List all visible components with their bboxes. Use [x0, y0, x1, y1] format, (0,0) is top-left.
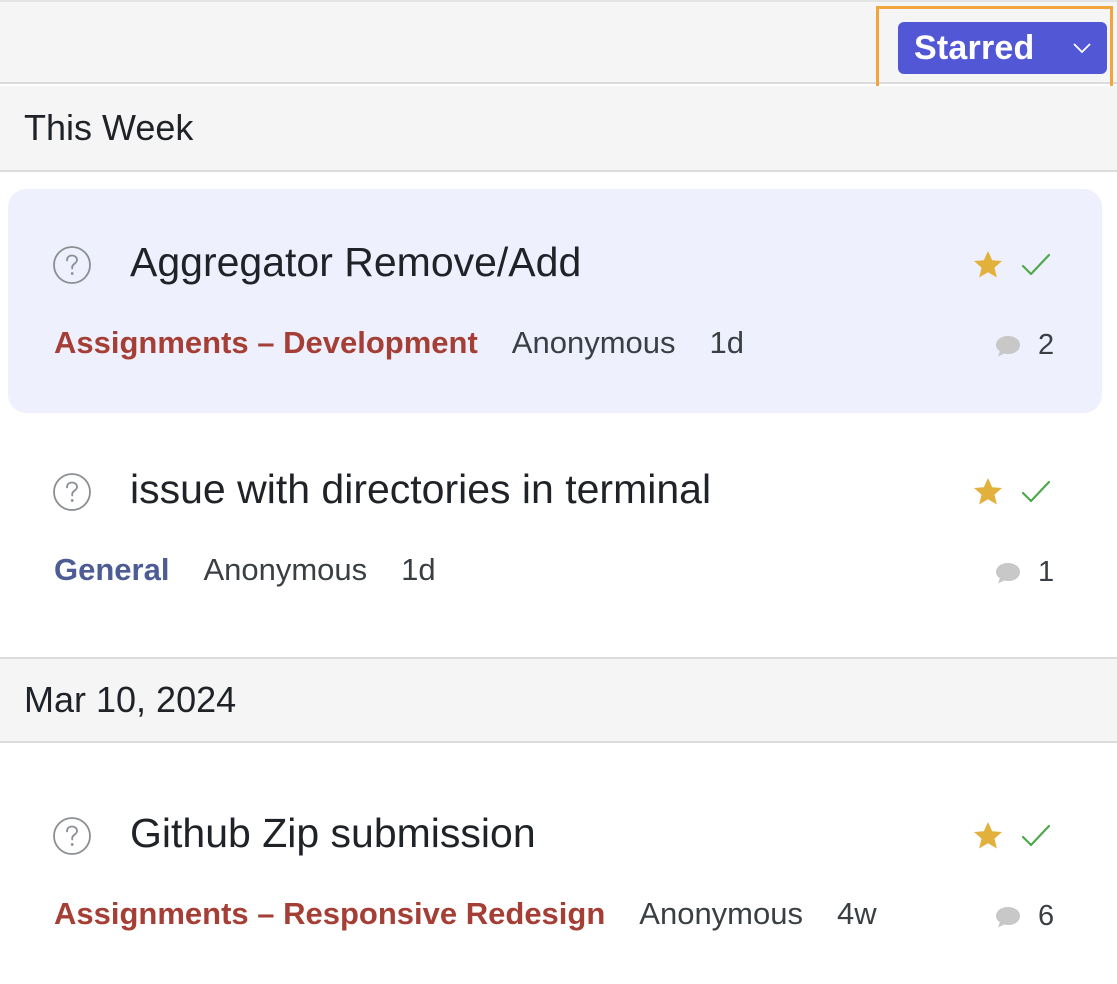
comment-icon	[996, 335, 1020, 356]
comment-count: 2	[994, 329, 1054, 362]
chevron-down-icon	[1071, 37, 1093, 59]
post-category[interactable]: Assignments – Development	[54, 325, 478, 361]
post-title[interactable]: Github Zip submission	[130, 810, 536, 857]
section-header-date: Mar 10, 2024	[0, 657, 1117, 743]
post-meta: Assignments – Development Anonymous 1d	[54, 325, 744, 361]
comment-count: 6	[994, 900, 1054, 933]
question-circle-icon	[53, 473, 91, 511]
question-circle-icon	[53, 817, 91, 855]
star-icon[interactable]	[972, 820, 1004, 852]
post-age: 4w	[837, 896, 877, 931]
post-meta: Assignments – Responsive Redesign Anonym…	[54, 896, 877, 932]
discussion-post[interactable]: issue with directories in terminal Gener…	[8, 416, 1102, 640]
section-header-this-week: This Week	[0, 86, 1117, 172]
comment-count: 1	[994, 556, 1054, 589]
post-category[interactable]: General	[54, 552, 169, 588]
comment-icon	[996, 562, 1020, 583]
section-header-label: Mar 10, 2024	[24, 679, 237, 720]
filter-dropdown-button[interactable]: Starred	[898, 22, 1107, 74]
star-icon[interactable]	[972, 249, 1004, 281]
comment-count-value: 1	[1038, 556, 1055, 588]
post-author: Anonymous	[511, 325, 676, 360]
filter-dropdown-label: Starred	[914, 28, 1035, 67]
post-meta: General Anonymous 1d	[54, 552, 436, 588]
comment-count-value: 6	[1038, 900, 1055, 932]
post-author: Anonymous	[639, 896, 803, 931]
post-age: 1d	[709, 325, 744, 360]
comment-icon	[996, 906, 1020, 927]
section-header-label: This Week	[24, 107, 194, 148]
post-category[interactable]: Assignments – Responsive Redesign	[54, 896, 605, 932]
post-age: 1d	[401, 552, 436, 587]
check-icon	[1021, 824, 1051, 847]
check-icon	[1021, 253, 1051, 276]
star-icon[interactable]	[972, 476, 1004, 508]
check-icon	[1021, 480, 1051, 503]
question-circle-icon	[53, 246, 91, 284]
discussion-post[interactable]: Aggregator Remove/Add Assignments – Deve…	[8, 189, 1102, 413]
post-title[interactable]: issue with directories in terminal	[130, 466, 711, 513]
post-author: Anonymous	[203, 552, 368, 587]
discussion-post[interactable]: Github Zip submission Assignments – Resp…	[8, 760, 1102, 984]
comment-count-value: 2	[1038, 329, 1055, 361]
post-title[interactable]: Aggregator Remove/Add	[130, 239, 581, 286]
